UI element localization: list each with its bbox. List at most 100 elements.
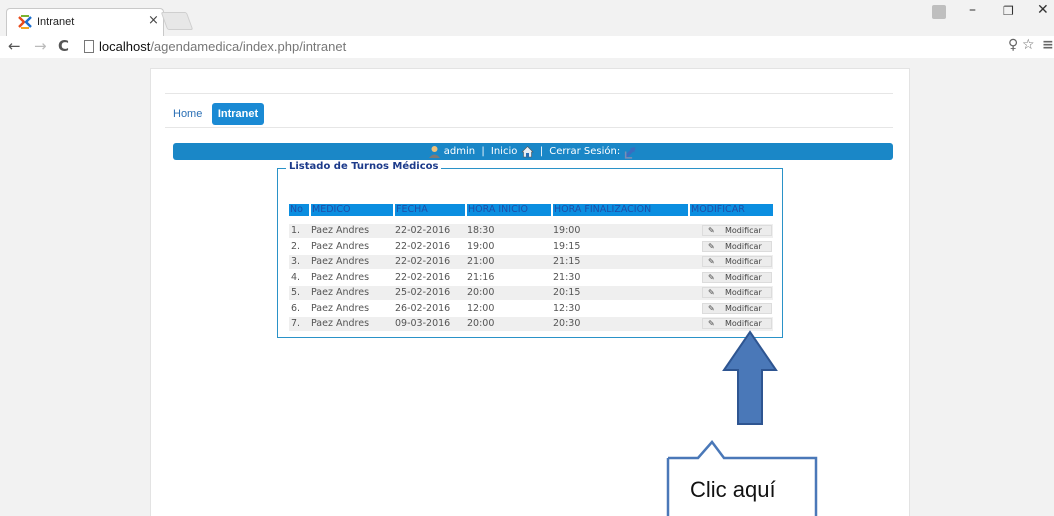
cell-fecha: 22-02-2016: [395, 240, 451, 252]
cell-no: 6.: [291, 302, 301, 314]
edit-icon: ✎: [708, 272, 715, 282]
cell-no: 4.: [291, 271, 301, 283]
cell-hora-fin: 12:30: [553, 302, 581, 314]
edit-icon: ✎: [708, 288, 715, 297]
cell-hora-inicio: 20:00: [467, 318, 495, 329]
cell-medico: Paez Andres: [311, 302, 370, 314]
address-bar[interactable]: localhost/agendamedica/index.php/intrane…: [78, 37, 1028, 57]
cell-hora-fin: 19:00: [553, 225, 581, 236]
forward-icon[interactable]: →: [34, 37, 47, 55]
table-row: 7. Paez Andres 09-03-2016 20:00 20:30 ✎ Modifi…: [289, 317, 773, 331]
table-header: No MEDICO FECHA HORA INICIO HORA FINALIZ…: [289, 204, 773, 216]
browser-tab[interactable]: Intranet ×: [6, 8, 164, 36]
table-row: 6. Paez Andres 26-02-2016 12:00 12:30 ✎ Modifi…: [289, 302, 773, 316]
modificar-label: Modificar: [725, 257, 762, 266]
minimize-icon[interactable]: –: [969, 2, 976, 18]
cell-no: 3.: [291, 256, 301, 267]
edit-icon: ✎: [708, 257, 715, 266]
cell-hora-fin: 19:15: [553, 240, 581, 252]
nav-home-link[interactable]: Home: [173, 103, 202, 125]
cell-hora-inicio: 12:00: [467, 302, 495, 314]
browser-tab-strip: Intranet × – ❐ ✕: [0, 0, 1054, 36]
cell-hora-fin: 21:15: [553, 256, 581, 267]
table-row: 3. Paez Andres 22-02-2016 21:00 21:15 ✎ Modifi…: [289, 255, 773, 269]
top-divider: [165, 93, 893, 94]
fieldset-legend: Listado de Turnos Médicos: [286, 161, 442, 172]
col-fecha-header: FECHA: [395, 204, 465, 216]
col-modificar-header: MODIFICAR: [690, 204, 773, 216]
table-row: 1. Paez Andres 22-02-2016 18:30 19:00 ✎ Modifi…: [289, 224, 773, 238]
tab-title: Intranet: [37, 16, 75, 28]
cell-medico: Paez Andres: [311, 225, 370, 236]
edit-icon: ✎: [708, 226, 715, 235]
edit-icon: ✎: [708, 319, 715, 328]
modificar-label: Modificar: [725, 319, 762, 328]
cell-hora-inicio: 21:16: [467, 271, 495, 283]
home-icon[interactable]: [520, 145, 534, 158]
cell-fecha: 22-02-2016: [395, 271, 451, 283]
arrow-annotation: [722, 330, 778, 425]
new-tab-button[interactable]: [160, 12, 194, 30]
cell-fecha: 22-02-2016: [395, 256, 451, 267]
logout-icon[interactable]: [623, 145, 638, 159]
page-viewport: Home Intranet admin | Inicio | Cerrar Se…: [0, 58, 1054, 516]
inicio-link[interactable]: Inicio: [491, 143, 517, 160]
col-no-header: No: [289, 204, 309, 216]
modificar-button[interactable]: ✎ Modificar: [702, 256, 772, 267]
modificar-label: Modificar: [725, 288, 762, 297]
reload-icon[interactable]: C: [58, 37, 69, 55]
cerrar-sesion-label: Cerrar Sesión:: [549, 146, 621, 157]
modificar-button[interactable]: ✎ Modificar: [702, 302, 772, 314]
turnos-fieldset: Listado de Turnos Médicos No MEDICO FECH…: [277, 161, 783, 338]
cell-medico: Paez Andres: [311, 287, 370, 298]
cell-no: 7.: [291, 318, 301, 329]
cell-fecha: 26-02-2016: [395, 302, 451, 314]
modificar-label: Modificar: [725, 272, 762, 282]
col-hora-fin-header: HORA FINALIZACION: [553, 204, 688, 216]
table-row: 4. Paez Andres 22-02-2016 21:16 21:30 ✎ Modifi…: [289, 271, 773, 285]
nav-divider: [165, 127, 893, 128]
col-hora-inicio-header: HORA INICIO: [467, 204, 551, 216]
cell-fecha: 09-03-2016: [395, 318, 451, 329]
modificar-button[interactable]: ✎ Modificar: [702, 318, 772, 329]
cell-medico: Paez Andres: [311, 318, 370, 329]
restore-icon[interactable]: ❐: [1003, 4, 1014, 18]
cell-hora-fin: 20:30: [553, 318, 581, 329]
separator: |: [481, 146, 485, 157]
url-path: /agendamedica/index.php/intranet: [150, 39, 347, 54]
cell-no: 1.: [291, 225, 301, 236]
user-icon: [428, 146, 440, 158]
back-icon[interactable]: ←: [8, 37, 21, 55]
callout-text: Clic aquí: [690, 477, 776, 502]
joomla-favicon-icon: [18, 15, 32, 29]
modificar-label: Modificar: [725, 226, 762, 235]
close-window-icon[interactable]: ✕: [1037, 2, 1049, 18]
cell-hora-fin: 20:15: [553, 287, 581, 298]
modificar-button[interactable]: ✎ Modificar: [702, 225, 772, 236]
col-medico-header: MEDICO: [311, 204, 393, 216]
user-name: admin: [443, 146, 476, 157]
cell-hora-inicio: 21:00: [467, 256, 495, 267]
cell-hora-inicio: 20:00: [467, 287, 495, 298]
cell-fecha: 22-02-2016: [395, 225, 451, 236]
url-text[interactable]: localhost/agendamedica/index.php/intrane…: [99, 39, 346, 54]
menu-icon[interactable]: ≡: [1042, 37, 1054, 53]
cell-hora-fin: 21:30: [553, 271, 581, 283]
edit-icon: ✎: [708, 241, 715, 251]
cell-medico: Paez Andres: [311, 256, 370, 267]
modificar-button[interactable]: ✎ Modificar: [702, 240, 772, 252]
user-bar: admin | Inicio | Cerrar Sesión:: [173, 143, 893, 160]
bookmark-star-icon[interactable]: ☆: [1022, 37, 1035, 53]
modificar-button[interactable]: ✎ Modificar: [702, 287, 772, 298]
browser-toolbar: ← → C localhost/agendamedica/index.php/i…: [0, 36, 1054, 58]
modificar-label: Modificar: [725, 241, 762, 251]
user-profile-icon[interactable]: [932, 5, 946, 19]
separator: |: [539, 146, 544, 157]
cell-medico: Paez Andres: [311, 271, 370, 283]
cell-medico: Paez Andres: [311, 240, 370, 252]
cell-no: 2.: [291, 240, 301, 252]
nav-intranet-button[interactable]: Intranet: [212, 103, 264, 125]
tab-close-icon[interactable]: ×: [148, 13, 159, 28]
extension-icon[interactable]: ♀: [1008, 37, 1018, 53]
modificar-button[interactable]: ✎ Modificar: [702, 271, 772, 283]
